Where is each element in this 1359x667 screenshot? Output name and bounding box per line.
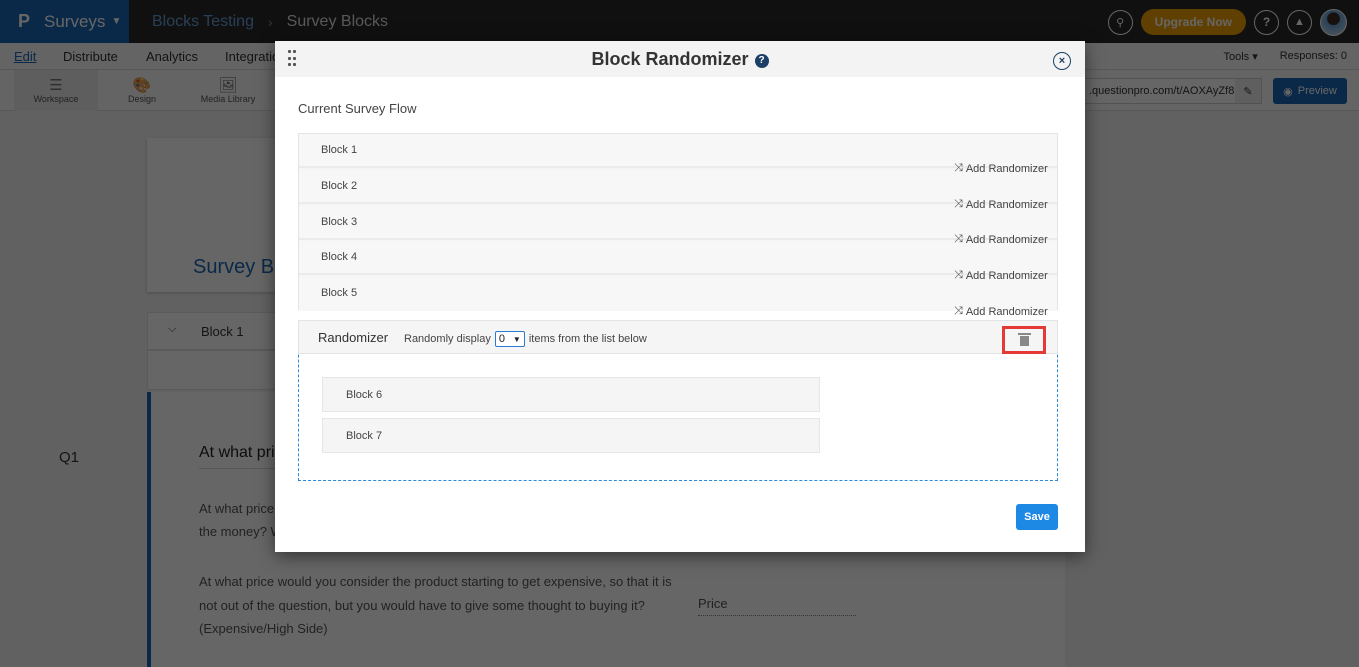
block-name: Block 7 <box>346 430 383 442</box>
shuffle-icon: ⤨ <box>954 269 963 281</box>
shuffle-icon: ⤨ <box>954 233 963 245</box>
randomizer-container: Randomizer Randomly display 0 ▼ items fr… <box>298 320 1058 481</box>
current-survey-flow-label: Current Survey Flow <box>298 101 417 116</box>
add-randomizer-button[interactable]: ⤨ Add Randomizer <box>954 162 1048 175</box>
block-name: Block 6 <box>346 389 383 401</box>
flow-block[interactable]: Block 4 <box>299 241 1057 275</box>
items-label: items from the list below <box>528 333 647 345</box>
randomizer-header: Randomizer Randomly display 0 ▼ items fr… <box>298 320 1058 354</box>
add-randomizer-button[interactable]: ⤨ Add Randomizer <box>954 198 1048 211</box>
help-icon[interactable]: ? <box>754 54 769 68</box>
add-randomizer-label: Add Randomizer <box>965 198 1048 211</box>
delete-randomizer-button[interactable] <box>1002 326 1046 354</box>
display-count-select[interactable]: 0 ▼ <box>494 331 525 347</box>
display-count-value: 0 <box>498 333 505 345</box>
flow-block[interactable]: Block 1 <box>299 134 1057 168</box>
randomly-display-label: Randomly display <box>404 333 491 345</box>
randomized-block[interactable]: Block 6 <box>322 377 820 412</box>
add-randomizer-label: Add Randomizer <box>965 305 1048 318</box>
randomized-block[interactable]: Block 7 <box>322 418 820 453</box>
block-name: Block 5 <box>321 287 358 299</box>
dialog-title: Block Randomizer <box>591 49 749 69</box>
dialog-title-wrap: Block Randomizer? <box>275 49 1085 70</box>
randomizer-title: Randomizer <box>318 330 389 345</box>
randomizer-description: Randomly display 0 ▼ items from the list… <box>404 331 647 347</box>
block-name: Block 3 <box>321 216 358 228</box>
flow-block[interactable]: Block 5 <box>299 277 1057 311</box>
block-name: Block 2 <box>321 180 358 192</box>
trash-icon <box>1017 333 1031 346</box>
block-randomizer-dialog: Block Randomizer? × Current Survey Flow … <box>275 41 1085 552</box>
add-randomizer-label: Add Randomizer <box>965 233 1048 246</box>
flow-block[interactable]: Block 2 <box>299 170 1057 204</box>
block-name: Block 4 <box>321 251 358 263</box>
caret-down-icon: ▼ <box>512 334 521 344</box>
save-button[interactable]: Save <box>1016 504 1058 530</box>
survey-flow-list: Block 1 Block 2 Block 3 Block 4 Block 5 … <box>298 133 1058 318</box>
close-icon[interactable]: × <box>1053 52 1071 70</box>
shuffle-icon: ⤨ <box>954 305 963 317</box>
add-randomizer-button[interactable]: ⤨ Add Randomizer <box>954 269 1048 282</box>
shuffle-icon: ⤨ <box>954 198 963 210</box>
add-randomizer-label: Add Randomizer <box>965 269 1048 282</box>
flow-block[interactable]: Block 3 <box>299 206 1057 240</box>
add-randomizer-button[interactable]: ⤨ Add Randomizer <box>954 305 1048 318</box>
dialog-header: Block Randomizer? × <box>275 41 1085 77</box>
add-randomizer-label: Add Randomizer <box>965 162 1048 175</box>
shuffle-icon: ⤨ <box>954 162 963 174</box>
block-name: Block 1 <box>321 144 358 156</box>
add-randomizer-button[interactable]: ⤨ Add Randomizer <box>954 233 1048 246</box>
